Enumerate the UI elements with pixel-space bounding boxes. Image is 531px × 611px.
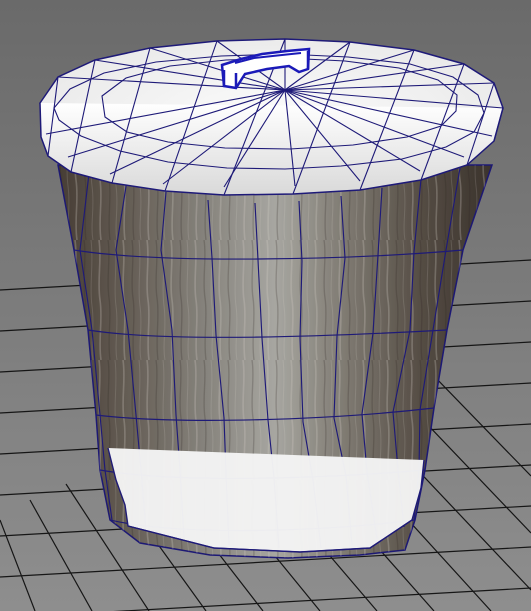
viewport-canvas[interactable] <box>0 0 531 611</box>
trash-can-lid[interactable] <box>39 38 504 196</box>
3d-viewport[interactable] <box>0 0 531 611</box>
